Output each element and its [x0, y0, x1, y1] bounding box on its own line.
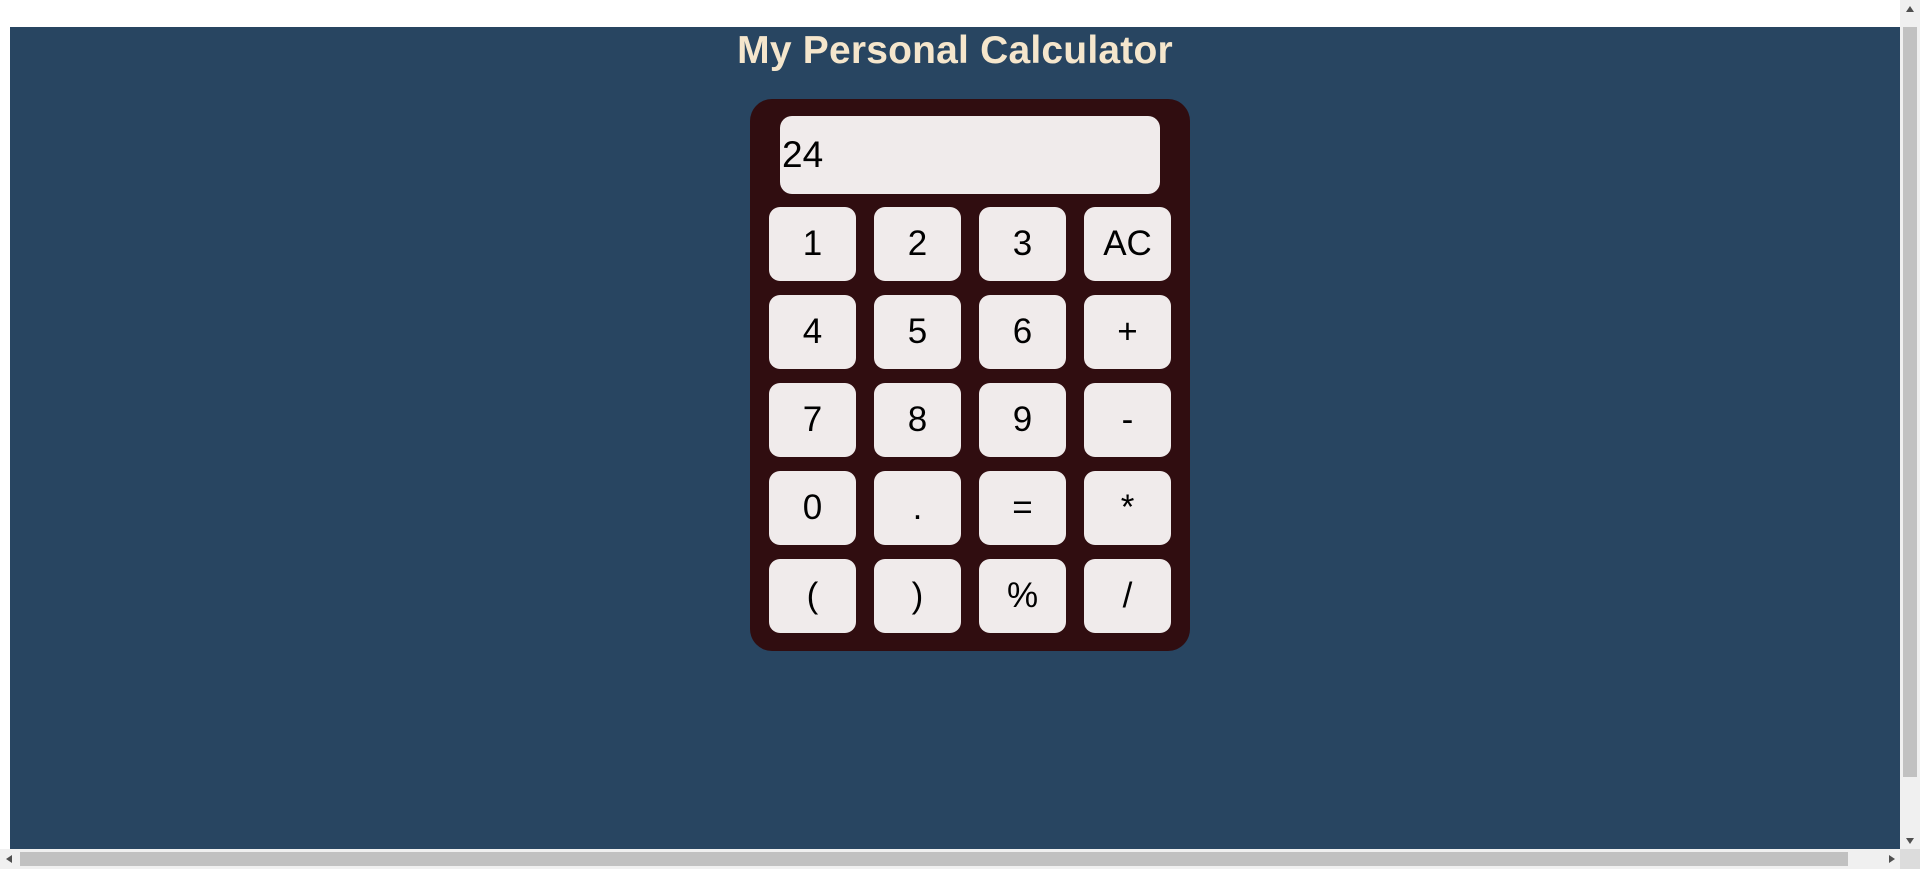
key-percent[interactable]: % — [979, 559, 1066, 633]
key-multiply[interactable]: * — [1084, 471, 1171, 545]
vertical-scrollbar[interactable] — [1900, 0, 1920, 849]
browser-viewport: My Personal Calculator 24 1 2 3 AC 4 5 6… — [0, 0, 1900, 849]
key-decimal[interactable]: . — [874, 471, 961, 545]
key-6[interactable]: 6 — [979, 295, 1066, 369]
key-equals[interactable]: = — [979, 471, 1066, 545]
triangle-right-icon[interactable] — [1883, 849, 1900, 869]
triangle-down-icon[interactable] — [1900, 832, 1920, 849]
horizontal-scrollbar[interactable] — [0, 849, 1900, 869]
key-7[interactable]: 7 — [769, 383, 856, 457]
triangle-left-icon[interactable] — [0, 849, 17, 869]
page-body: My Personal Calculator 24 1 2 3 AC 4 5 6… — [10, 27, 1900, 849]
key-9[interactable]: 9 — [979, 383, 1066, 457]
calculator: 24 1 2 3 AC 4 5 6 + 7 8 9 - 0 . = * ( ) — [750, 99, 1190, 651]
key-minus[interactable]: - — [1084, 383, 1171, 457]
key-divide[interactable]: / — [1084, 559, 1171, 633]
keypad: 1 2 3 AC 4 5 6 + 7 8 9 - 0 . = * ( ) % / — [769, 207, 1174, 637]
key-4[interactable]: 4 — [769, 295, 856, 369]
key-3[interactable]: 3 — [979, 207, 1066, 281]
key-close-paren[interactable]: ) — [874, 559, 961, 633]
key-open-paren[interactable]: ( — [769, 559, 856, 633]
key-5[interactable]: 5 — [874, 295, 961, 369]
vertical-scroll-thumb[interactable] — [1903, 27, 1917, 777]
horizontal-scroll-thumb[interactable] — [20, 852, 1848, 866]
key-all-clear[interactable]: AC — [1084, 207, 1171, 281]
key-8[interactable]: 8 — [874, 383, 961, 457]
page-title: My Personal Calculator — [737, 29, 1173, 72]
key-1[interactable]: 1 — [769, 207, 856, 281]
key-2[interactable]: 2 — [874, 207, 961, 281]
scrollbar-corner — [1900, 849, 1920, 869]
key-0[interactable]: 0 — [769, 471, 856, 545]
triangle-up-icon[interactable] — [1900, 0, 1920, 17]
calculator-display[interactable]: 24 — [780, 116, 1160, 194]
key-plus[interactable]: + — [1084, 295, 1171, 369]
